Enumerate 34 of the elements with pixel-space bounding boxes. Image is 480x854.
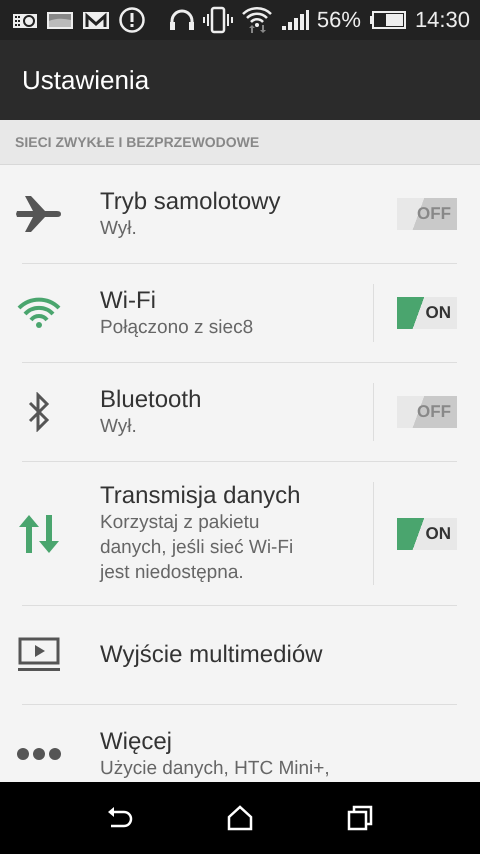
setting-summary: Połączono z siec8 [100,316,254,340]
data-transfer-icon [17,514,61,554]
setting-summary: Użycie danych, HTC Mini+, [100,756,331,780]
recent-apps-icon[interactable] [347,805,373,831]
setting-summary: Wył. [100,216,138,240]
toggle-switch[interactable]: ON [397,297,457,329]
monitor-icon [17,637,61,673]
screen-title: Ustawienia [22,64,150,96]
wifi-icon [16,297,62,329]
battery-icon [368,10,407,30]
home-icon[interactable] [227,805,253,831]
setting-title[interactable]: Transmisja danych [100,482,350,510]
wifi-icon [240,5,273,35]
toggle-switch[interactable]: ON [397,518,457,550]
section-header: SIECI ZWYKŁE I BEZPRZEWODOWE [15,134,260,150]
setting-title[interactable]: Więcej [100,728,457,756]
image-icon [46,9,74,31]
bluetooth-icon [27,392,51,432]
airplane-icon [15,194,63,234]
back-icon[interactable] [107,806,133,830]
mail-icon [82,9,110,31]
setting-title[interactable]: Tryb samolotowy [100,188,374,216]
signal-icon [280,9,309,31]
alert-icon [118,6,146,34]
headphones-icon [168,8,195,32]
setting-title[interactable]: Wyjście multimediów [100,641,457,669]
vibrate-icon [202,6,233,34]
setting-summary: Korzystaj z pakietu danych, jeśli sieć Wi-Fi jest niedostępna. [100,511,294,585]
clock: 14:30 [414,7,470,33]
more-icon [16,747,62,761]
setting-summary: Wył. [100,414,138,438]
setting-title[interactable]: Bluetooth [100,386,350,414]
battery-percent: 56% [316,7,361,33]
setting-title[interactable]: Wi-Fi [100,286,350,314]
